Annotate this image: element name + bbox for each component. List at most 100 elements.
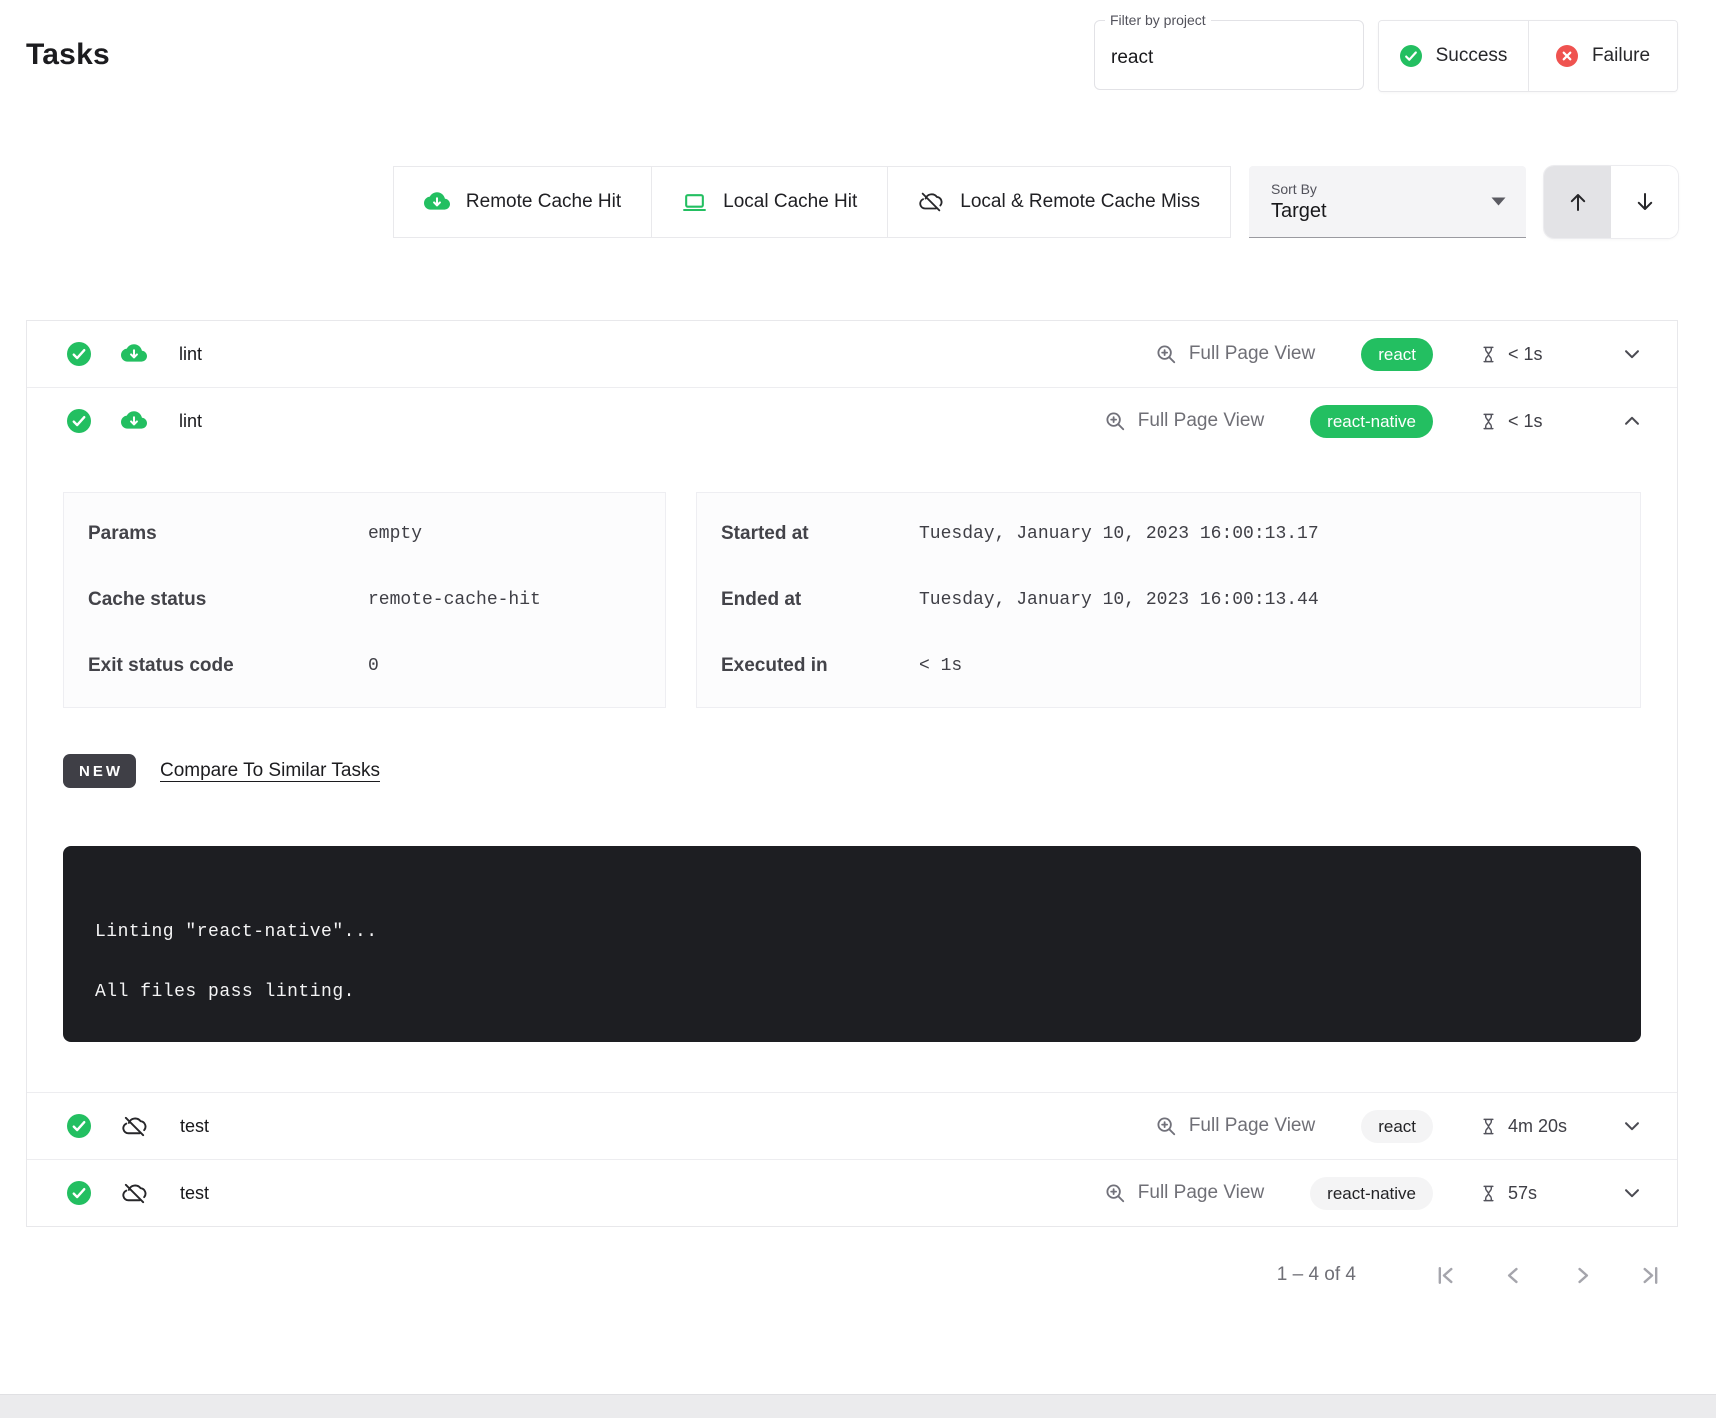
detail-value: < 1s <box>919 656 962 676</box>
cache-miss-button[interactable]: Local & Remote Cache Miss <box>887 167 1230 237</box>
arrow-down-icon <box>1633 190 1657 214</box>
compare-row: NEW Compare To Similar Tasks <box>63 752 1641 790</box>
full-page-view-link[interactable]: Full Page View <box>1104 410 1264 432</box>
remote-cache-hit-label: Remote Cache Hit <box>466 191 621 213</box>
task-duration-label: 57s <box>1508 1183 1537 1204</box>
page-title: Tasks <box>26 38 110 72</box>
check-circle-icon <box>67 1114 91 1138</box>
cloud-off-icon <box>121 1113 148 1140</box>
first-page-button[interactable] <box>1428 1259 1461 1292</box>
full-page-view-label: Full Page View <box>1189 1115 1315 1137</box>
task-duration: < 1s <box>1479 344 1575 365</box>
task-row-header[interactable]: lint Full Page View react < 1s <box>27 321 1677 387</box>
project-badge: react-native <box>1310 1177 1433 1210</box>
full-page-view-link[interactable]: Full Page View <box>1155 343 1315 365</box>
x-circle-icon <box>1556 45 1578 67</box>
full-page-view-label: Full Page View <box>1138 1182 1264 1204</box>
task-duration-label: 4m 20s <box>1508 1116 1567 1137</box>
task-details: Params empty Cache status remote-cache-h… <box>63 492 1641 708</box>
last-page-button[interactable] <box>1635 1259 1668 1292</box>
detail-row: Executed in < 1s <box>697 633 1640 699</box>
task-expanded-body: Params empty Cache status remote-cache-h… <box>27 492 1677 1092</box>
sort-by-select[interactable]: Sort By Target <box>1249 166 1526 238</box>
zoom-in-icon <box>1155 343 1177 365</box>
previous-page-button[interactable] <box>1497 1259 1530 1292</box>
task-row: test Full Page View react-native 57s <box>27 1159 1677 1226</box>
detail-label: Exit status code <box>88 655 368 677</box>
task-name: test <box>180 1183 209 1204</box>
project-filter-input[interactable] <box>1111 47 1347 69</box>
sort-by-texts: Sort By Target <box>1271 181 1327 223</box>
full-page-view-link[interactable]: Full Page View <box>1104 1182 1264 1204</box>
chevron-down-icon[interactable] <box>1621 343 1643 365</box>
chevron-up-icon[interactable] <box>1621 410 1643 432</box>
local-cache-hit-label: Local Cache Hit <box>723 191 857 213</box>
detail-label: Executed in <box>721 655 919 677</box>
task-row-expanded: lint Full Page View react-native < 1s <box>27 387 1677 1092</box>
full-page-view-link[interactable]: Full Page View <box>1155 1115 1315 1137</box>
project-filter-label: Filter by project <box>1105 12 1211 28</box>
sort-by-value: Target <box>1271 200 1327 223</box>
zoom-in-icon <box>1155 1115 1177 1137</box>
detail-label: Ended at <box>721 589 919 611</box>
chevron-down-icon[interactable] <box>1621 1115 1643 1137</box>
compare-to-similar-tasks-link[interactable]: Compare To Similar Tasks <box>160 760 380 782</box>
project-badge: react <box>1361 338 1433 371</box>
failure-filter-label: Failure <box>1592 45 1650 67</box>
cloud-download-icon <box>121 408 147 434</box>
timing-panel: Started at Tuesday, January 10, 2023 16:… <box>696 492 1641 708</box>
viewport-bottom-strip <box>0 1394 1716 1418</box>
remote-cache-hit-button[interactable]: Remote Cache Hit <box>394 167 651 237</box>
task-row-header[interactable]: test Full Page View react-native 57s <box>27 1160 1677 1226</box>
arrow-up-icon <box>1566 190 1590 214</box>
task-row-header[interactable]: test Full Page View react 4m 20s <box>27 1093 1677 1159</box>
page-header: Tasks Filter by project Success Failure <box>0 0 1716 90</box>
project-filter-field[interactable]: Filter by project <box>1094 20 1364 90</box>
detail-label: Params <box>88 523 368 545</box>
detail-value: Tuesday, January 10, 2023 16:00:13.17 <box>919 524 1319 544</box>
cache-filter-group: Remote Cache Hit Local Cache Hit Local &… <box>393 166 1231 238</box>
cloud-download-icon <box>121 341 147 367</box>
full-page-view-label: Full Page View <box>1189 343 1315 365</box>
success-filter-label: Success <box>1436 45 1508 67</box>
task-duration: 4m 20s <box>1479 1116 1575 1137</box>
failure-filter-button[interactable]: Failure <box>1528 21 1677 91</box>
full-page-view-label: Full Page View <box>1138 410 1264 432</box>
task-row: lint Full Page View react < 1s <box>27 321 1677 387</box>
first-page-icon <box>1432 1263 1457 1288</box>
project-badge: react-native <box>1310 405 1433 438</box>
check-circle-icon <box>67 342 91 366</box>
task-name: test <box>180 1116 209 1137</box>
cloud-off-icon <box>918 189 944 215</box>
terminal-output: Linting "react-native"... All files pass… <box>63 846 1641 1042</box>
terminal-line: Linting "react-native"... <box>95 922 1609 942</box>
check-circle-icon <box>1400 45 1422 67</box>
sort-descending-button[interactable] <box>1611 166 1678 238</box>
detail-value: 0 <box>368 656 379 676</box>
local-cache-hit-button[interactable]: Local Cache Hit <box>651 167 887 237</box>
success-filter-button[interactable]: Success <box>1379 21 1528 91</box>
last-page-icon <box>1639 1263 1664 1288</box>
project-badge: react <box>1361 1110 1433 1143</box>
detail-row: Ended at Tuesday, January 10, 2023 16:00… <box>697 567 1640 633</box>
pagination: 1 – 4 of 4 <box>0 1249 1668 1301</box>
detail-label: Started at <box>721 523 919 545</box>
caret-down-icon <box>1491 197 1506 206</box>
terminal-line: All files pass linting. <box>95 982 1609 1002</box>
new-badge: NEW <box>63 754 136 788</box>
sort-ascending-button[interactable] <box>1544 166 1611 238</box>
task-duration-label: < 1s <box>1508 344 1543 365</box>
task-name: lint <box>179 344 202 365</box>
hourglass-icon <box>1479 411 1498 432</box>
detail-row: Started at Tuesday, January 10, 2023 16:… <box>697 501 1640 567</box>
chevron-left-icon <box>1501 1263 1526 1288</box>
header-controls: Filter by project Success Failure <box>1094 20 1678 92</box>
cloud-download-icon <box>424 189 450 215</box>
cloud-off-icon <box>121 1180 148 1207</box>
chevron-right-icon <box>1570 1263 1595 1288</box>
detail-row: Params empty <box>64 501 665 567</box>
next-page-button[interactable] <box>1566 1259 1599 1292</box>
chevron-down-icon[interactable] <box>1621 1182 1643 1204</box>
task-row-header[interactable]: lint Full Page View react-native < 1s <box>27 388 1677 454</box>
zoom-in-icon <box>1104 1182 1126 1204</box>
